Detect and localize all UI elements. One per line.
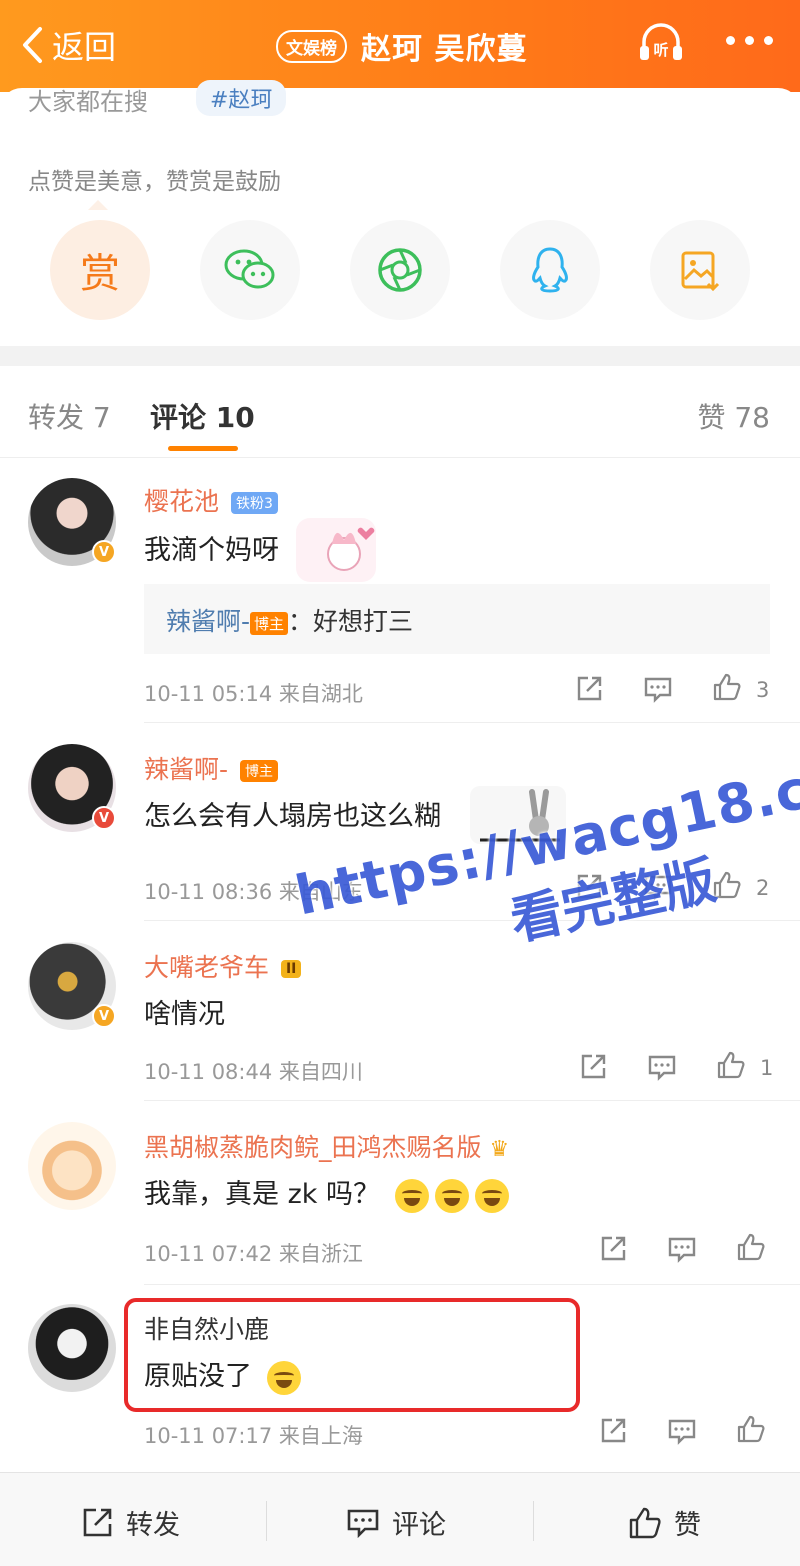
separator [266, 1501, 267, 1541]
like-icon[interactable] [716, 1050, 746, 1080]
comment-meta: 10-11 05:14 来自湖北 [144, 682, 363, 706]
forward-label: 转发 [126, 1510, 180, 1541]
dot-icon [726, 36, 735, 45]
tab-forwards[interactable]: 转发 7 [28, 396, 111, 436]
blogger-tag: 博主 [250, 611, 289, 635]
laughing-tears-emoji-icon [434, 1178, 469, 1213]
like-label: 赞 [674, 1510, 701, 1541]
divider [144, 722, 800, 723]
reply-icon[interactable] [647, 1052, 677, 1082]
comment-username[interactable]: 大嘴老爷车 II [144, 948, 302, 984]
verified-badge-icon: V [92, 540, 116, 564]
listen-headphones-icon[interactable]: 听 [636, 18, 686, 68]
share-moments-button[interactable] [350, 220, 450, 320]
like-count: 3 [756, 678, 770, 702]
more-menu-button[interactable] [726, 36, 773, 45]
verified-badge-icon: V [92, 1004, 116, 1028]
divider [144, 1100, 800, 1101]
like-icon[interactable] [736, 1414, 766, 1444]
reply-text: ：好想打三 [288, 607, 414, 636]
level-badge: II [280, 960, 302, 978]
laughing-tears-emoji-icon [474, 1178, 509, 1213]
share-icon[interactable] [578, 1052, 608, 1082]
page-title: 赵珂 吴欣蔓 [361, 32, 528, 67]
comment-text: 啥情况 [144, 999, 225, 1030]
comment-label: 评论 [392, 1510, 446, 1541]
tip-arrow [88, 200, 108, 210]
comment-username[interactable]: 辣酱啊- 博主 [144, 750, 278, 786]
separator [533, 1501, 534, 1541]
watermark: https://wacg18.com 看完整版 [290, 738, 800, 998]
back-button[interactable]: 返回 [20, 22, 116, 68]
highlight-box [124, 1298, 580, 1412]
comment-text: 我靠，真是 zk 吗？ [144, 1172, 509, 1213]
trending-searches-label: 大家都在搜 [28, 88, 148, 116]
comment-icon [347, 1509, 379, 1538]
share-wechat-button[interactable] [200, 220, 300, 320]
comment-username[interactable]: 黑胡椒蒸脆肉鲩_田鸿杰赐名版 ♛ [144, 1128, 509, 1164]
dot-icon [745, 36, 754, 45]
comment-meta: 10-11 07:17 来自上海 [144, 1424, 363, 1448]
dot-icon [764, 36, 773, 45]
comment-text: 我滴个妈呀 [144, 535, 279, 566]
wechat-icon [224, 249, 275, 289]
trend-header[interactable]: 文娱榜 赵珂 吴欣蔓 [276, 24, 527, 68]
avatar[interactable] [28, 1304, 116, 1392]
reply-icon[interactable] [643, 674, 673, 704]
moments-icon [378, 248, 422, 292]
comment-text: 怎么会有人塌房也这么糊 [144, 801, 441, 832]
crown-icon: ♛ [489, 1137, 510, 1162]
tab-likes[interactable]: 赞 78 [697, 396, 770, 436]
reward-button[interactable]: 赏 [50, 220, 150, 320]
top-bar: 返回 文娱榜 赵珂 吴欣蔓 听 [0, 0, 800, 92]
trending-search-tag[interactable]: #赵珂 [196, 80, 287, 116]
comment-username[interactable]: 樱花池 铁粉3 [144, 482, 278, 518]
like-icon [629, 1507, 661, 1538]
forward-button[interactable]: 转发 [80, 1503, 180, 1542]
active-tab-indicator [168, 446, 238, 451]
comment-button[interactable]: 评论 [346, 1503, 446, 1542]
melody-sticker-icon [296, 518, 376, 582]
reply-preview[interactable]: 辣酱啊- 博主 ：好想打三 [144, 584, 770, 654]
share-qq-button[interactable] [500, 220, 600, 320]
like-icon[interactable] [712, 672, 742, 702]
blogger-tag: 博主 [239, 760, 278, 782]
listen-label: 听 [653, 41, 668, 59]
reward-tip: 点赞是美意，赞赏是鼓励 [28, 169, 281, 195]
save-image-icon [681, 251, 720, 292]
laughing-tears-emoji-icon [394, 1178, 429, 1213]
share-icon[interactable] [598, 1416, 628, 1446]
reply-icon[interactable] [667, 1234, 697, 1264]
bottom-action-bar: 转发 评论 赞 [0, 1472, 800, 1566]
reply-content: 辣酱啊- 博主 ：好想打三 [166, 602, 413, 638]
share-icon [83, 1508, 112, 1536]
divider [144, 1284, 800, 1285]
like-count: 1 [760, 1056, 774, 1080]
trend-badge: 文娱榜 [276, 29, 347, 63]
verified-badge-icon: V [92, 806, 116, 830]
reply-icon[interactable] [667, 1416, 697, 1446]
chevron-left-icon [23, 27, 42, 63]
fan-badge: 铁粉3 [230, 492, 278, 514]
section-gap [0, 346, 800, 366]
like-button[interactable]: 赞 [628, 1503, 701, 1542]
comment-meta: 10-11 07:42 来自浙江 [144, 1242, 363, 1266]
share-icon[interactable] [574, 674, 604, 704]
back-label: 返回 [52, 28, 117, 66]
save-image-button[interactable] [650, 220, 750, 320]
share-icon[interactable] [598, 1234, 628, 1264]
reward-label: 赏 [80, 251, 120, 297]
like-icon[interactable] [736, 1232, 766, 1262]
qq-penguin-icon [532, 247, 568, 293]
comment-meta: 10-11 08:44 来自四川 [144, 1060, 363, 1084]
tab-comments[interactable]: 评论 10 [150, 396, 255, 436]
interaction-tabs: 转发 7 评论 10 赞 78 [0, 366, 800, 458]
avatar[interactable] [28, 1122, 116, 1210]
reply-username[interactable]: 辣酱啊- [166, 607, 250, 636]
